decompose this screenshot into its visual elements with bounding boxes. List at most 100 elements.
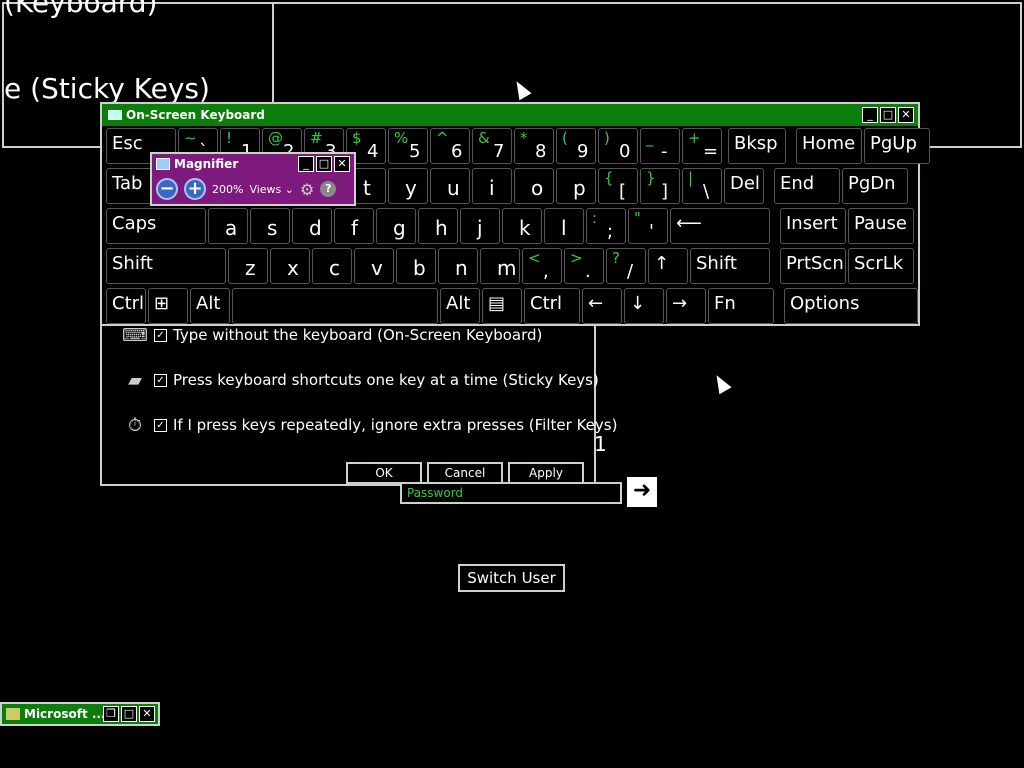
key-label: [	[619, 181, 627, 202]
option-sticky-keys[interactable]: ▰ ✓ Press keyboard shortcuts one key at …	[122, 369, 599, 391]
key-label: f	[351, 216, 359, 240]
key-End[interactable]: End	[774, 168, 840, 204]
key-PgDn[interactable]: PgDn	[842, 168, 908, 204]
minimize-button[interactable]: _	[862, 107, 878, 123]
option-filter-keys[interactable]: ⏱ ✓ If I press keys repeatedly, ignore e…	[122, 414, 617, 436]
maximize-button[interactable]: □	[121, 706, 137, 722]
minimize-button[interactable]: _	[298, 156, 314, 172]
key-symbol[interactable]: ↑	[648, 248, 688, 284]
key-Home[interactable]: Home	[796, 128, 862, 164]
key-symbol[interactable]: ⟵	[670, 208, 770, 244]
key-s[interactable]: s	[250, 208, 290, 244]
key-symbol[interactable]: | \	[682, 168, 722, 204]
maximize-button[interactable]: □	[316, 156, 332, 172]
key-Alt[interactable]: Alt	[190, 288, 230, 324]
apply-button[interactable]: Apply	[508, 462, 584, 484]
key-symbol[interactable]: " '	[628, 208, 668, 244]
views-dropdown[interactable]: Views ⌄	[249, 183, 294, 196]
key-label: 8	[535, 141, 547, 162]
key-symbol[interactable]: :;	[586, 208, 626, 244]
checkbox-sticky-keys[interactable]: ✓	[154, 373, 167, 387]
key-k[interactable]: k	[502, 208, 542, 244]
submit-arrow-button[interactable]: ➜	[627, 477, 657, 507]
key-7[interactable]: & 7	[472, 128, 512, 164]
ok-button[interactable]: OK	[346, 462, 422, 484]
key-f[interactable]: f	[334, 208, 374, 244]
key-symbol[interactable]: ↓	[624, 288, 664, 324]
close-button[interactable]: ✕	[139, 706, 155, 722]
key-8[interactable]: * 8	[514, 128, 554, 164]
key-0[interactable]: ) 0	[598, 128, 638, 164]
osk-titlebar[interactable]: On-Screen Keyboard	[102, 104, 918, 126]
key-label: =	[703, 141, 719, 162]
app-icon	[6, 708, 20, 720]
key-Ctrl[interactable]: Ctrl	[524, 288, 580, 324]
key-symbol[interactable]: }]	[640, 168, 680, 204]
key-Options[interactable]: Options	[784, 288, 918, 324]
key-symbol[interactable]: ? /	[606, 248, 646, 284]
key-Shift[interactable]: Shift	[690, 248, 770, 284]
key-j[interactable]: j	[460, 208, 500, 244]
key-x[interactable]: x	[270, 248, 310, 284]
key-h[interactable]: h	[418, 208, 458, 244]
zoom-in-button[interactable]: +	[184, 178, 206, 200]
key-Ctrl[interactable]: Ctrl	[106, 288, 146, 324]
key-space[interactable]	[232, 288, 438, 324]
option-on-screen-keyboard[interactable]: ⌨ ✓ Type without the keyboard (On-Screen…	[122, 324, 542, 346]
cancel-button[interactable]: Cancel	[427, 462, 503, 484]
checkbox-filter-keys[interactable]: ✓	[154, 418, 167, 432]
key-y[interactable]: y	[388, 168, 428, 204]
key-m[interactable]: m	[480, 248, 520, 284]
key-symbol[interactable]: + =	[682, 128, 722, 164]
key-u[interactable]: u	[430, 168, 470, 204]
key-o[interactable]: o	[514, 168, 554, 204]
key-PgUp[interactable]: PgUp	[864, 128, 930, 164]
key-v[interactable]: v	[354, 248, 394, 284]
help-icon[interactable]: ?	[320, 181, 337, 197]
key-label: ⊞	[154, 293, 170, 314]
key-i[interactable]: i	[472, 168, 512, 204]
key-g[interactable]: g	[376, 208, 416, 244]
key-Caps[interactable]: Caps	[106, 208, 206, 244]
key-Del[interactable]: Del	[724, 168, 764, 204]
restore-button[interactable]: ❐	[103, 706, 119, 722]
close-button[interactable]: ✕	[898, 107, 914, 123]
checkbox-on-screen-keyboard[interactable]: ✓	[154, 328, 167, 342]
key-d[interactable]: d	[292, 208, 332, 244]
key-label: Ctrl	[112, 293, 145, 314]
key-label: →	[672, 293, 688, 314]
key-Shift[interactable]: Shift	[106, 248, 226, 284]
key-n[interactable]: n	[438, 248, 478, 284]
key-5[interactable]: % 5	[388, 128, 428, 164]
key-PrtScn[interactable]: PrtScn	[780, 248, 846, 284]
key-l[interactable]: l	[544, 208, 584, 244]
key-6[interactable]: ^ 6	[430, 128, 470, 164]
key-Alt[interactable]: Alt	[440, 288, 480, 324]
key-Pause[interactable]: Pause	[848, 208, 914, 244]
key-9[interactable]: (9	[556, 128, 596, 164]
key-symbol[interactable]: ←	[582, 288, 622, 324]
key-symbol[interactable]: ▤	[482, 288, 522, 324]
key-ScrLk[interactable]: ScrLk	[848, 248, 914, 284]
switch-user-button[interactable]: Switch User	[458, 564, 565, 592]
key-symbol[interactable]: >.	[564, 248, 604, 284]
password-input[interactable]: Password	[400, 482, 622, 504]
key-a[interactable]: a	[208, 208, 248, 244]
key-symbol[interactable]: <,	[522, 248, 562, 284]
minimized-window-bar[interactable]: Microsoft ... ❐ □ ✕	[0, 702, 160, 726]
key-symbol[interactable]: {[	[598, 168, 638, 204]
maximize-button[interactable]: □	[880, 107, 896, 123]
zoom-out-button[interactable]: −	[156, 178, 178, 200]
gear-icon[interactable]: ⚙	[300, 180, 314, 199]
key-z[interactable]: z	[228, 248, 268, 284]
key-symbol[interactable]: →	[666, 288, 706, 324]
key-symbol[interactable]: ⊞	[148, 288, 188, 324]
key-p[interactable]: p	[556, 168, 596, 204]
close-button[interactable]: ✕	[334, 156, 350, 172]
key-b[interactable]: b	[396, 248, 436, 284]
key-symbol[interactable]: _ -	[640, 128, 680, 164]
key-Bksp[interactable]: Bksp	[728, 128, 786, 164]
key-c[interactable]: c	[312, 248, 352, 284]
key-Fn[interactable]: Fn	[708, 288, 774, 324]
key-Insert[interactable]: Insert	[780, 208, 846, 244]
